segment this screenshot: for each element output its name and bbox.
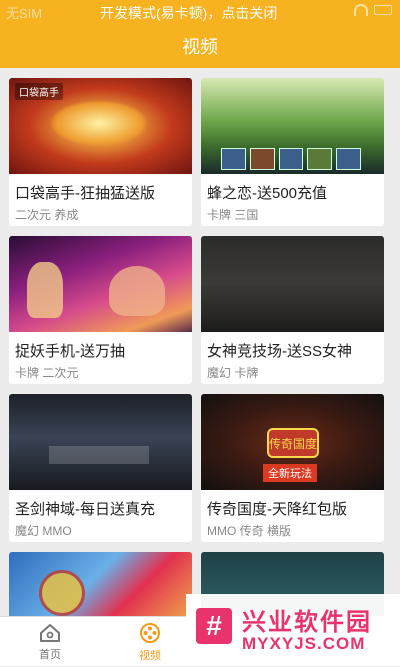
video-thumbnail[interactable]: 口袋高手 <box>9 78 192 174</box>
app-header: 视频 <box>0 24 400 68</box>
video-title: 传奇国度-天降红包版 <box>207 501 347 518</box>
tab-home-label: 首页 <box>39 648 61 661</box>
home-icon <box>39 623 61 643</box>
carrier-label: 无SIM <box>6 6 43 21</box>
video-title: 蜂之恋-送500充值 <box>207 185 328 202</box>
video-thumbnail[interactable] <box>9 394 192 490</box>
video-title: 捉妖手机-送万抽 <box>15 343 125 360</box>
character-shape <box>27 262 63 318</box>
video-tags: MMO 传奇 横版 <box>207 524 291 538</box>
game-logo-badge: 口袋高手 <box>15 83 63 100</box>
character-shape <box>109 266 165 316</box>
video-grid: 口袋高手 口袋高手-狂抽猛送版 二次元 养成 蜂之恋-送500充值 卡牌 三国 … <box>0 68 400 616</box>
watermark-name: 兴业软件园 <box>242 609 372 636</box>
video-tags: 魔幻 MMO <box>15 524 72 538</box>
video-tags: 魔幻 卡牌 <box>207 366 259 380</box>
video-card[interactable]: 圣剑神域-每日送真充 魔幻 MMO <box>9 394 192 542</box>
promo-banner <box>49 446 149 464</box>
video-title: 女神竞技场-送SS女神 <box>207 343 353 360</box>
status-bar: 无SIM 开发模式(易卡顿)，点击关闭 <box>0 0 400 24</box>
video-title: 圣剑神域-每日送真充 <box>15 501 155 518</box>
wifi-icon <box>354 4 368 16</box>
dev-mode-notice[interactable]: 开发模式(易卡顿)，点击关闭 <box>100 3 277 23</box>
gift-icon <box>39 570 85 616</box>
video-tags: 卡牌 二次元 <box>15 366 79 380</box>
video-card[interactable]: 传奇国度 全新玩法 传奇国度-天降红包版 MMO 传奇 横版 <box>201 394 384 542</box>
video-card[interactable]: 捉妖手机-送万抽 卡牌 二次元 <box>9 236 192 384</box>
video-thumbnail[interactable] <box>9 236 192 332</box>
site-watermark: # 兴业软件园 MYXYJS.COM <box>186 594 400 666</box>
phoenix-shape <box>49 100 149 146</box>
watermark-url: MYXYJS.COM <box>242 634 366 653</box>
video-card[interactable]: 口袋高手 口袋高手-狂抽猛送版 二次元 养成 <box>9 78 192 226</box>
status-icons <box>354 4 392 16</box>
video-tags: 二次元 养成 <box>15 208 79 222</box>
watermark-logo-icon: # <box>196 608 232 644</box>
emblem-subtitle: 全新玩法 <box>263 464 317 482</box>
game-emblem: 传奇国度 <box>267 428 319 458</box>
video-thumbnail[interactable]: 传奇国度 全新玩法 <box>201 394 384 490</box>
video-thumbnail[interactable] <box>9 552 192 616</box>
page-title: 视频 <box>182 37 218 57</box>
film-reel-icon <box>139 622 161 644</box>
video-card[interactable]: 女神竞技场-送SS女神 魔幻 卡牌 <box>201 236 384 384</box>
video-tags: 卡牌 三国 <box>207 208 259 222</box>
video-title: 口袋高手-狂抽猛送版 <box>15 185 155 202</box>
card-slots <box>221 148 361 170</box>
video-thumbnail[interactable] <box>201 236 384 332</box>
video-card[interactable]: 蜂之恋-送500充值 卡牌 三国 <box>201 78 384 226</box>
tab-home[interactable]: 首页 <box>0 617 100 667</box>
battery-icon <box>374 5 392 15</box>
video-card[interactable] <box>9 552 192 616</box>
tab-video[interactable]: 视频 <box>100 617 200 667</box>
tab-video-label: 视频 <box>139 649 161 662</box>
video-thumbnail[interactable] <box>201 78 384 174</box>
